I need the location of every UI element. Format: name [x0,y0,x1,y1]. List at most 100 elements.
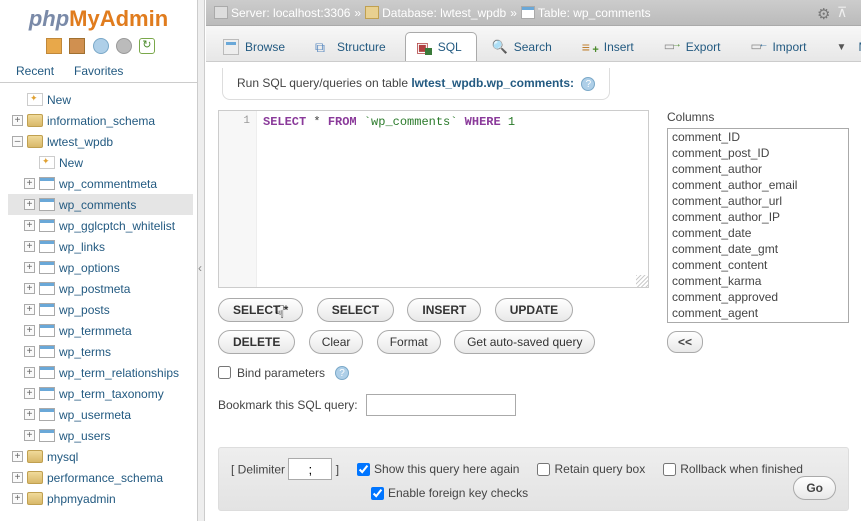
expander-icon[interactable]: + [24,367,35,378]
expander-icon[interactable]: + [12,451,23,462]
tree-node[interactable]: +wp_usermeta [8,404,193,425]
expander-icon[interactable]: + [24,241,35,252]
tab-favorites[interactable]: Favorites [64,60,133,82]
tree-node[interactable]: +phpmyadmin [8,488,193,509]
column-option[interactable]: comment_author_IP [668,209,848,225]
tab-search[interactable]: Search [481,32,567,61]
page-settings-icon[interactable] [817,5,833,21]
tree-node[interactable]: +wp_termmeta [8,320,193,341]
tab-sql[interactable]: SQL [405,32,477,61]
format-button[interactable]: Format [377,330,441,354]
bc-table[interactable]: Table: wp_comments [538,6,651,20]
collapse-handle[interactable] [198,0,205,521]
expander-icon[interactable]: – [12,136,23,147]
tree-node[interactable]: +wp_commentmeta [8,173,193,194]
tree-node[interactable]: +wp_postmeta [8,278,193,299]
retain-checkbox[interactable] [537,463,550,476]
insert-button[interactable]: INSERT [407,298,481,322]
column-option[interactable]: comment_type [668,321,848,323]
tab-recent[interactable]: Recent [6,60,64,82]
expander-icon[interactable]: + [12,115,23,126]
tree-node[interactable]: –lwtest_wpdb [8,131,193,152]
tree-node[interactable]: +wp_links [8,236,193,257]
column-option[interactable]: comment_date_gmt [668,241,848,257]
delete-button[interactable]: DELETE [218,330,295,354]
column-option[interactable]: comment_approved [668,289,848,305]
column-option[interactable]: comment_author [668,161,848,177]
expander-icon[interactable]: + [24,430,35,441]
select-button[interactable]: SELECT [317,298,394,322]
help-icon[interactable] [91,38,107,54]
tree-node[interactable]: +wp_comments [8,194,193,215]
tree-node[interactable]: +wp_options [8,257,193,278]
tab-import[interactable]: Import [739,32,821,61]
bookmark-input[interactable] [366,394,516,416]
fk-row[interactable]: Enable foreign key checks [371,486,836,500]
clear-button[interactable]: Clear [309,330,364,354]
column-option[interactable]: comment_agent [668,305,848,321]
rollback-checkbox[interactable] [663,463,676,476]
bind-params-checkbox[interactable] [218,366,231,379]
sql-editor[interactable]: 1 SELECT * FROM `wp_comments` WHERE 1 [218,110,649,288]
expander-icon[interactable]: + [12,472,23,483]
show-again-checkbox[interactable] [357,463,370,476]
select-star-button[interactable]: SELECT * [218,298,303,322]
tree-node[interactable]: +mysql [8,446,193,467]
column-option[interactable]: comment_date [668,225,848,241]
expander-icon[interactable]: + [24,220,35,231]
editor-code[interactable]: SELECT * FROM `wp_comments` WHERE 1 [257,111,648,287]
expander-icon[interactable]: + [24,388,35,399]
tree-node[interactable]: +information_schema [8,110,193,131]
tab-export[interactable]: Export [653,32,736,61]
show-again-row[interactable]: Show this query here again [357,462,519,476]
expander-icon[interactable]: + [24,325,35,336]
expander-icon[interactable]: + [24,346,35,357]
tree-node[interactable]: New [8,89,193,110]
bc-server[interactable]: Server: localhost:3306 [231,6,350,20]
column-option[interactable]: comment_author_email [668,177,848,193]
home-icon[interactable] [44,38,60,54]
column-option[interactable]: comment_ID [668,129,848,145]
delimiter-input[interactable] [288,458,332,480]
tab-structure[interactable]: Structure [304,32,401,61]
expander-icon[interactable]: + [24,409,35,420]
help-icon[interactable]: ? [335,366,349,380]
tree-node[interactable]: +wp_posts [8,299,193,320]
help-icon[interactable]: ? [581,77,595,91]
tab-browse[interactable]: Browse [212,32,300,61]
settings-icon[interactable] [114,38,130,54]
tree-node[interactable]: +wp_term_taxonomy [8,383,193,404]
reload-icon[interactable] [137,38,153,54]
autosaved-button[interactable]: Get auto-saved query [454,330,595,354]
column-option[interactable]: comment_content [668,257,848,273]
expander-icon[interactable]: + [24,283,35,294]
tab-more[interactable]: More [825,32,861,61]
tree-node[interactable]: +wp_term_relationships [8,362,193,383]
retain-row[interactable]: Retain query box [537,462,645,476]
tree-node[interactable]: +performance_schema [8,467,193,488]
collapse-top-icon[interactable] [837,4,853,20]
bc-database[interactable]: Database: lwtest_wpdb [382,6,506,20]
column-option[interactable]: comment_karma [668,273,848,289]
column-option[interactable]: comment_post_ID [668,145,848,161]
expander-icon[interactable]: + [12,493,23,504]
rollback-row[interactable]: Rollback when finished [663,462,803,476]
tree-node[interactable]: +wp_users [8,425,193,446]
expander-icon[interactable]: + [24,262,35,273]
column-option[interactable]: comment_author_url [668,193,848,209]
docs-icon[interactable] [67,38,83,54]
tree-node[interactable]: +wp_gglcptch_whitelist [8,215,193,236]
columns-list[interactable]: comment_IDcomment_post_IDcomment_authorc… [667,128,849,323]
tab-insert[interactable]: Insert [571,32,649,61]
go-button[interactable]: Go [793,476,836,500]
expander-icon[interactable]: + [24,199,35,210]
resize-handle[interactable] [636,275,648,287]
update-button[interactable]: UPDATE [495,298,573,322]
logo[interactable]: phpMyAdmin [0,0,197,34]
tree-node[interactable]: New [8,152,193,173]
insert-column-button[interactable]: << [667,331,703,353]
expander-icon[interactable]: + [24,304,35,315]
nav-tree[interactable]: New+information_schema–lwtest_wpdbNew+wp… [0,83,197,521]
expander-icon[interactable]: + [24,178,35,189]
fk-checkbox[interactable] [371,487,384,500]
